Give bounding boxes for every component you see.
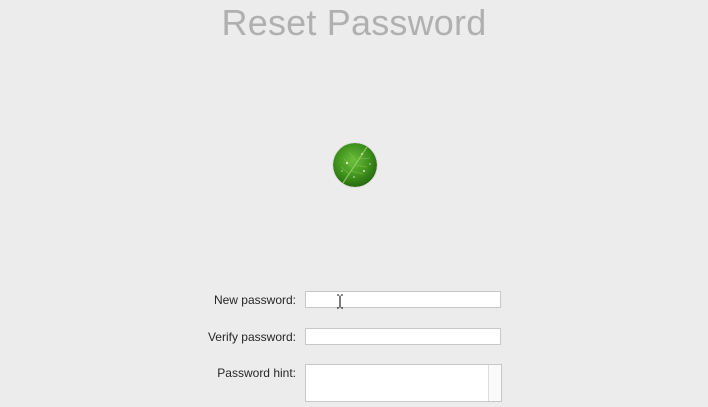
password-hint-field[interactable] bbox=[305, 364, 502, 402]
text-cursor-icon bbox=[336, 294, 344, 309]
password-hint-label: Password hint: bbox=[217, 366, 296, 380]
new-password-field[interactable] bbox=[305, 291, 501, 309]
password-hint-scrollbar[interactable] bbox=[488, 365, 501, 401]
page-title: Reset Password bbox=[221, 2, 487, 43]
leaf-avatar-icon[interactable] bbox=[333, 143, 377, 187]
new-password-label: New password: bbox=[213, 293, 296, 307]
verify-password-field[interactable] bbox=[305, 328, 501, 346]
password-hint-input[interactable] bbox=[306, 365, 489, 401]
verify-password-label: Verify password: bbox=[207, 330, 296, 344]
verify-password-input[interactable] bbox=[306, 330, 500, 346]
reset-password-screen: Reset Password New password: Verify pass… bbox=[0, 0, 708, 407]
